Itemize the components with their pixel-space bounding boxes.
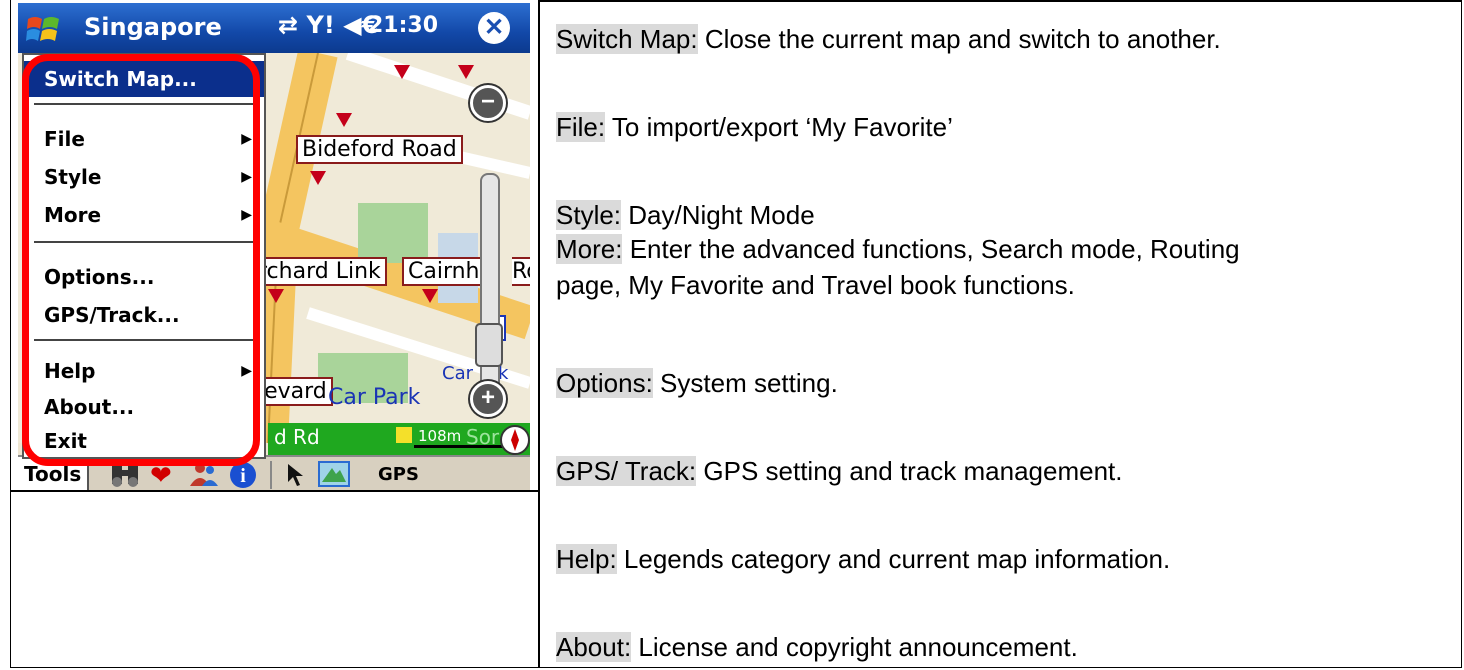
description-key: File: [556, 112, 606, 142]
description-text: GPS setting and track management. [696, 456, 1123, 486]
cursor-icon[interactable] [284, 460, 312, 490]
description-more-continued: page, My Favorite and Travel book functi… [556, 268, 1075, 302]
zoom-in-icon[interactable]: + [470, 381, 506, 417]
map-label: d Rd [274, 425, 320, 449]
highlight-box [22, 54, 260, 466]
poi-pin-icon [422, 289, 438, 303]
zoom-out-icon[interactable]: − [470, 85, 506, 121]
column-divider [538, 0, 540, 668]
map-label: Ro [512, 257, 530, 286]
poi-pin-icon [310, 171, 326, 185]
row-divider [10, 490, 538, 492]
poi-icon [396, 427, 412, 443]
map-label: Cairnhi [402, 257, 486, 286]
description-text: Legends category and current map informa… [616, 544, 1171, 574]
table-top-border [538, 0, 1462, 2]
description-key: GPS/ Track: [556, 456, 697, 486]
app-title: Singapore [84, 13, 222, 41]
description-gps-track: GPS/ Track: GPS setting and track manage… [556, 454, 1123, 488]
poi-pin-icon [336, 113, 352, 127]
close-icon[interactable]: ✕ [478, 12, 510, 44]
description-text: License and copyright announcement. [631, 632, 1078, 662]
description-text: System setting. [652, 368, 838, 398]
poi-pin-icon [394, 65, 410, 79]
description-key: Switch Map: [556, 24, 698, 54]
description-key: Options: [556, 368, 653, 398]
description-key: About: [556, 632, 632, 662]
description-text: To import/export ‘My Favorite’ [605, 112, 953, 142]
map-view-icon[interactable] [318, 460, 350, 490]
description-about: About: License and copyright announcemen… [556, 630, 1078, 664]
description-text: Close the current map and switch to anot… [697, 24, 1221, 54]
car-park-label: Car [442, 363, 473, 384]
description-text: Day/Night Mode [621, 200, 815, 230]
description-key: Help: [556, 544, 617, 574]
map-label: rchard Link [252, 257, 387, 286]
description-file: File: To import/export ‘My Favorite’ [556, 110, 953, 144]
description-key: More: [556, 234, 623, 264]
description-style: Style: Day/Night Mode [556, 198, 815, 232]
description-help: Help: Legends category and current map i… [556, 542, 1170, 576]
map-label: Sor [466, 425, 500, 449]
clock[interactable]: 21:30 [368, 13, 438, 38]
description-more: More: Enter the advanced functions, Sear… [556, 232, 1240, 266]
connectivity-icons[interactable]: ⇄ Y! ◀€ [278, 11, 378, 39]
description-text: page, My Favorite and Travel book functi… [556, 270, 1075, 300]
scale-label: 108m [418, 427, 462, 445]
compass-icon[interactable] [500, 425, 530, 455]
poi-pin-icon [458, 65, 474, 79]
description-options: Options: System setting. [556, 366, 838, 400]
map-status-bar: d Rd 108m Sor [268, 423, 530, 455]
description-switch-map: Switch Map: Close the current map and sw… [556, 22, 1221, 56]
windows-start-icon[interactable] [26, 13, 62, 45]
title-bar: Singapore ⇄ Y! ◀€ 21:30 ✕ [18, 3, 530, 53]
description-key: Style: [556, 200, 622, 230]
zoom-slider-handle[interactable] [475, 323, 503, 367]
poi-pin-icon [268, 289, 284, 303]
toolbar-divider [270, 461, 272, 489]
map-label: Bideford Road [296, 135, 463, 164]
car-park-label: Car Park [328, 385, 421, 410]
gps-button[interactable]: GPS [378, 461, 419, 489]
description-text: Enter the advanced functions, Search mod… [622, 234, 1240, 264]
svg-text:i: i [240, 465, 246, 487]
